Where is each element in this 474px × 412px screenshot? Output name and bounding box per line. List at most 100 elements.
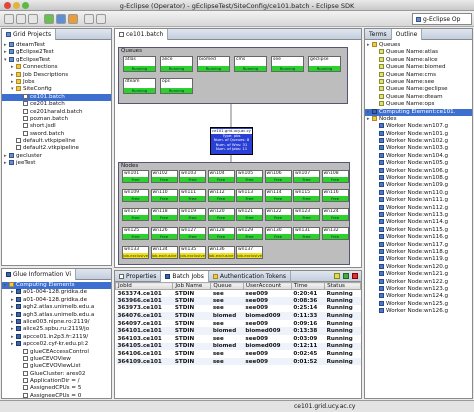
tab-batch-jobs[interactable]: Batch Jobs xyxy=(161,271,209,282)
outline-tree-item[interactable]: Queue Name:biomed xyxy=(365,64,472,71)
outline-tree-item[interactable]: Queue Name:geclipse xyxy=(365,86,472,93)
external-tools-icon[interactable] xyxy=(68,14,78,24)
outline-tree-item[interactable]: Worker Node:wn108.g xyxy=(365,175,472,182)
node-box[interactable]: wn131 Free xyxy=(293,227,320,240)
glue-tree-item[interactable]: ▸ alice25.spbu.ru:2119/jo xyxy=(2,326,111,333)
node-box[interactable]: wn107 Free xyxy=(293,170,320,183)
project-tree-item[interactable]: sword.batch xyxy=(2,130,111,138)
glue-tree-item[interactable]: ▸ a01-004-128.gridka.de xyxy=(2,289,111,296)
outline-tree-item[interactable]: Worker Node:wn120.g xyxy=(365,263,472,271)
node-box[interactable]: wn110 Free xyxy=(150,189,178,202)
tab-properties[interactable]: Properties xyxy=(115,271,162,282)
nodes-group[interactable]: Nodes wn101 Free wn102 Free wn103 Free wn104 Fr… xyxy=(118,162,350,265)
perspective-switcher[interactable]: g-Eclipse Op xyxy=(412,13,472,25)
tab-auth-tokens[interactable]: Authentication Tokens xyxy=(209,271,292,282)
outline-tree-item[interactable]: ▸ Computing Element:ce101. xyxy=(365,108,472,116)
glue-tree-item[interactable]: ▸ a01-004-128.gridka.de xyxy=(2,296,111,304)
node-box[interactable]: wn137 Job-exclusive xyxy=(236,246,263,259)
jobs-table-row[interactable]: 363966.ce101 STDIN see see009 0:08:36 Running xyxy=(115,297,361,305)
run-icon[interactable] xyxy=(44,14,54,24)
node-box[interactable]: wn102 Free xyxy=(150,170,178,183)
glue-tree-item[interactable]: GlueCluster: ares02 xyxy=(2,370,111,378)
hold-job-icon[interactable] xyxy=(334,273,340,279)
project-tree-item[interactable]: ▾ gEclipseTest xyxy=(2,56,111,64)
outline-tree-item[interactable]: Queue Name:ops xyxy=(365,101,472,108)
node-box[interactable]: wn122 Free xyxy=(264,208,292,221)
print-icon[interactable] xyxy=(28,14,38,24)
jobs-column-header[interactable]: Job Name xyxy=(172,282,212,290)
project-tree-item[interactable]: ▾ SiteConfig xyxy=(2,86,111,93)
outline-tree-item[interactable]: Worker Node:wn116.g xyxy=(365,234,472,241)
node-box[interactable]: wn126 Free xyxy=(150,227,178,240)
outline-tree-item[interactable]: Worker Node:wn104.g xyxy=(365,152,472,160)
jobs-column-header[interactable]: Time xyxy=(290,282,326,290)
outline-tree-item[interactable]: Worker Node:wn107.g xyxy=(365,123,472,130)
queues-group[interactable]: Queues atlas Running alice Running biomed Run… xyxy=(118,47,348,104)
jobs-table-row[interactable]: 364109.ce101 STDIN see see009 0:01:52 Running xyxy=(115,357,361,366)
glue-tree-item[interactable]: glueCEVOView xyxy=(2,355,111,363)
tab-outline[interactable]: Outline xyxy=(391,29,423,40)
glue-tree-item[interactable]: ▸ Computing Elements xyxy=(2,282,111,290)
jobs-column-header[interactable]: UserAccount xyxy=(242,282,292,290)
outline-tree-item[interactable]: Worker Node:wn121.g xyxy=(365,271,472,278)
node-box[interactable]: wn120 Free xyxy=(207,208,235,221)
outline-tree-item[interactable]: Worker Node:wn125.g xyxy=(365,300,472,308)
node-box[interactable]: wn119 Free xyxy=(179,208,206,221)
project-tree-item[interactable]: default.vtkpipeline xyxy=(2,138,111,145)
node-box[interactable]: wn111 Free xyxy=(179,189,206,202)
refresh-icon[interactable] xyxy=(343,273,349,279)
outline-tree-item[interactable]: ▸ Nodes xyxy=(365,115,472,123)
outline-tree-item[interactable]: Worker Node:wn119.g xyxy=(365,256,472,263)
tab-grid-projects[interactable]: Grid Projects xyxy=(2,29,57,40)
glue-tree-item[interactable]: ▸ apcce02.cyf-kr.edu.pl:2 xyxy=(2,341,111,348)
outline-tree-item[interactable]: Worker Node:wn101.g xyxy=(365,130,472,138)
node-box[interactable]: wn130 Free xyxy=(264,227,292,240)
outline-tree-item[interactable]: Worker Node:wn103.g xyxy=(365,145,472,152)
node-box[interactable]: wn103 Free xyxy=(179,170,206,183)
outline-tree-item[interactable]: Worker Node:wn117.g xyxy=(365,241,472,249)
outline-tree-item[interactable]: Queue Name:cms xyxy=(365,71,472,79)
outline-tree-item[interactable]: ▸ Queues xyxy=(365,42,472,49)
project-tree-item[interactable]: ▸ gecluster xyxy=(2,152,111,160)
project-tree-item[interactable]: ▸ Job Descriptions xyxy=(2,71,111,79)
outline-tree-item[interactable]: Worker Node:wn113.g xyxy=(365,211,472,219)
outline-tree-item[interactable]: Queue Name:atlas xyxy=(365,49,472,56)
queue-box[interactable]: ops Running xyxy=(160,78,193,94)
tab-terms[interactable]: Terms xyxy=(365,29,392,40)
back-icon[interactable] xyxy=(84,14,94,24)
project-tree-item[interactable]: ▸ gEclipse2Test xyxy=(2,49,111,56)
outline-tree-item[interactable]: Queue Name:dteam xyxy=(365,93,472,101)
node-box[interactable]: wn124 Free xyxy=(321,208,349,221)
queue-box[interactable]: geclipse Running xyxy=(308,56,341,72)
outline-tree-item[interactable]: Worker Node:wn126.g xyxy=(365,308,472,315)
jobs-table-row[interactable]: 364105.ce101 STDIN biomed biomed009 0:12:11 R… xyxy=(115,342,361,351)
glue-tree-item[interactable]: AssignedCPUs = 5 xyxy=(2,385,111,392)
node-box[interactable]: wn125 Free xyxy=(122,227,149,240)
project-tree-item[interactable]: short.jsdl xyxy=(2,123,111,130)
jobs-table-row[interactable]: 364076.ce101 STDIN biomed biomed009 0:11:33 R… xyxy=(115,312,361,320)
queue-box[interactable]: biomed Running xyxy=(197,56,230,72)
jobs-table-row[interactable]: 364103.ce101 STDIN see see009 0:03:09 Running xyxy=(116,335,361,343)
queue-box[interactable]: dteam Running xyxy=(123,78,156,94)
project-tree-item[interactable]: ce201harald.batch xyxy=(2,108,111,116)
outline-tree-item[interactable]: Worker Node:wn122.g xyxy=(365,278,472,286)
tab-ce101-batch[interactable]: ce101.batch xyxy=(115,29,169,40)
queue-box[interactable]: see Running xyxy=(271,56,304,72)
node-box[interactable]: wn128 Free xyxy=(207,227,235,240)
tab-glue-info[interactable]: Glue Information Vi xyxy=(2,269,76,280)
glue-tree-item[interactable]: glueCEAccessControl xyxy=(2,348,111,356)
save-icon[interactable] xyxy=(16,14,26,24)
node-box[interactable]: wn117 Free xyxy=(122,208,149,221)
node-box[interactable]: wn109 Free xyxy=(122,189,149,202)
project-tree-item[interactable]: ▸ Jobs xyxy=(2,78,111,86)
node-box[interactable]: wn113 Free xyxy=(236,189,263,202)
outline-tree-item[interactable]: Queue Name:alice xyxy=(365,56,472,64)
jobs-table-row[interactable]: 364101.ce101 STDIN biomed biomed009 0:13:38 R… xyxy=(115,327,361,336)
project-tree-item[interactable]: poznan.batch xyxy=(2,115,111,123)
node-box[interactable]: wn101 Free xyxy=(122,170,149,183)
outline-tree-item[interactable]: Worker Node:wn106.g xyxy=(365,167,472,175)
node-box[interactable]: wn114 Free xyxy=(264,189,292,202)
outline-tree-item[interactable]: Queue Name:see xyxy=(365,78,472,86)
outline-tree-item[interactable]: Worker Node:wn118.g xyxy=(365,248,472,256)
project-tree-item[interactable]: ce101.batch xyxy=(2,93,111,102)
